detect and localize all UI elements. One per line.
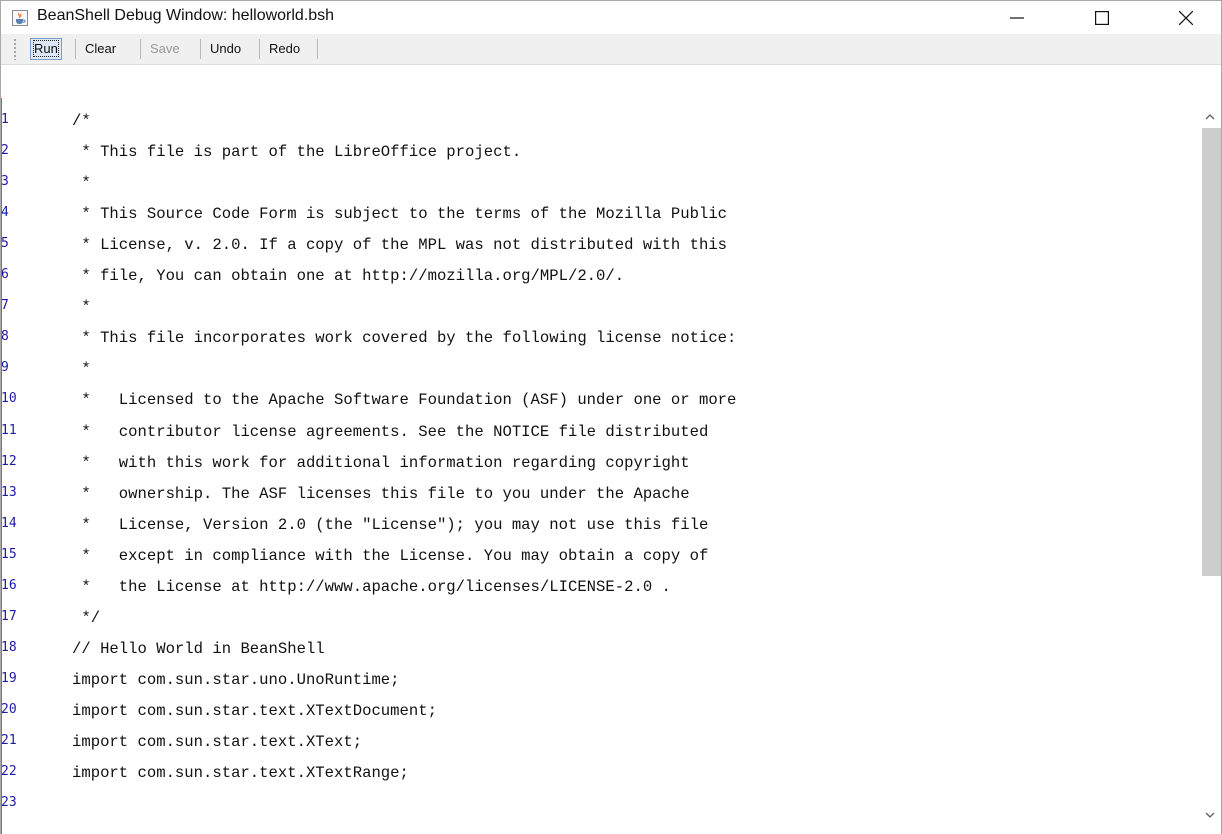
chevron-down-icon bbox=[1205, 812, 1215, 818]
code-line: * with this work for additional informat… bbox=[72, 454, 690, 472]
code-line: * bbox=[72, 174, 91, 192]
run-label: Run bbox=[33, 40, 59, 57]
line-number: 20 bbox=[1, 702, 17, 717]
scrollbar-thumb[interactable] bbox=[1202, 128, 1221, 576]
code-line: * contributor license agreements. See th… bbox=[72, 423, 709, 441]
toolbar-separator bbox=[140, 39, 141, 59]
line-number: 8 bbox=[1, 329, 9, 344]
run-button[interactable]: Run bbox=[30, 38, 62, 60]
maximize-button[interactable] bbox=[1079, 1, 1125, 34]
code-line: * file, You can obtain one at http://moz… bbox=[72, 267, 625, 285]
code-line: * This Source Code Form is subject to th… bbox=[72, 205, 728, 223]
toolbar: Run Clear Save Undo Redo bbox=[1, 34, 1221, 65]
line-number: 10 bbox=[1, 391, 17, 406]
minimize-button[interactable] bbox=[994, 1, 1040, 34]
line-number: 4 bbox=[1, 205, 9, 220]
toolbar-separator bbox=[259, 39, 260, 59]
code-line: * License, Version 2.0 (the "License"); … bbox=[72, 516, 709, 534]
java-cup-icon bbox=[12, 10, 28, 26]
line-number: 13 bbox=[1, 485, 17, 500]
code-line: /* bbox=[72, 112, 91, 130]
window-title: BeanShell Debug Window: helloworld.bsh bbox=[37, 7, 335, 24]
code-line: * ownership. The ASF licenses this file … bbox=[72, 485, 690, 503]
toolbar-grip[interactable] bbox=[13, 38, 17, 60]
code-line: import com.sun.star.text.XTextRange; bbox=[72, 764, 409, 782]
redo-button[interactable]: Redo bbox=[265, 38, 304, 60]
scroll-down-button[interactable] bbox=[1204, 809, 1216, 821]
code-line: import com.sun.star.text.XTextDocument; bbox=[72, 702, 437, 720]
line-number: 5 bbox=[1, 236, 9, 251]
code-line: * This file is part of the LibreOffice p… bbox=[72, 143, 522, 161]
line-number: 23 bbox=[1, 795, 17, 810]
line-number: 21 bbox=[1, 733, 17, 748]
line-number: 6 bbox=[1, 267, 9, 282]
close-button[interactable] bbox=[1163, 1, 1209, 34]
code-line: * bbox=[72, 298, 91, 316]
line-number: 17 bbox=[1, 609, 17, 624]
scroll-up-button[interactable] bbox=[1204, 111, 1216, 123]
code-line: // Hello World in BeanShell bbox=[72, 640, 325, 658]
code-line: * License, v. 2.0. If a copy of the MPL … bbox=[72, 236, 728, 254]
code-line: import com.sun.star.text.XText; bbox=[72, 733, 363, 751]
line-number: 3 bbox=[1, 174, 9, 189]
clear-button[interactable]: Clear bbox=[81, 38, 120, 60]
line-number: 11 bbox=[1, 423, 17, 438]
code-line: * except in compliance with the License.… bbox=[72, 547, 709, 565]
chevron-up-icon bbox=[1205, 114, 1215, 120]
save-button[interactable]: Save bbox=[146, 38, 184, 60]
code-editor[interactable]: 1 /* 2 * This file is part of the LibreOff… bbox=[1, 98, 1221, 834]
minimize-icon bbox=[1010, 17, 1024, 19]
vertical-scrollbar[interactable] bbox=[1199, 98, 1221, 834]
line-number: 22 bbox=[1, 764, 17, 779]
code-line: * Licensed to the Apache Software Founda… bbox=[72, 391, 737, 409]
line-number: 16 bbox=[1, 578, 17, 593]
code-line: * the License at http://www.apache.org/l… bbox=[72, 578, 671, 596]
line-number: 1 bbox=[1, 112, 9, 127]
code-line: import com.sun.star.uno.UnoRuntime; bbox=[72, 671, 400, 689]
line-number: 12 bbox=[1, 454, 17, 469]
line-number: 19 bbox=[1, 671, 17, 686]
toolbar-separator bbox=[317, 39, 318, 59]
title-bar[interactable]: BeanShell Debug Window: helloworld.bsh bbox=[1, 1, 1221, 34]
maximize-icon bbox=[1095, 11, 1109, 25]
close-icon bbox=[1179, 11, 1193, 25]
code-line: * This file incorporates work covered by… bbox=[72, 329, 737, 347]
code-line: * bbox=[72, 360, 91, 378]
line-number: 9 bbox=[1, 360, 9, 375]
toolbar-separator bbox=[75, 39, 76, 59]
line-number: 18 bbox=[1, 640, 17, 655]
undo-button[interactable]: Undo bbox=[206, 38, 245, 60]
line-number: 15 bbox=[1, 547, 17, 562]
toolbar-separator bbox=[200, 39, 201, 59]
line-number: 14 bbox=[1, 516, 17, 531]
code-line: */ bbox=[72, 609, 101, 627]
line-number: 7 bbox=[1, 298, 9, 313]
beanshell-debug-window: BeanShell Debug Window: helloworld.bsh R… bbox=[0, 0, 1222, 834]
line-number: 2 bbox=[1, 143, 9, 158]
